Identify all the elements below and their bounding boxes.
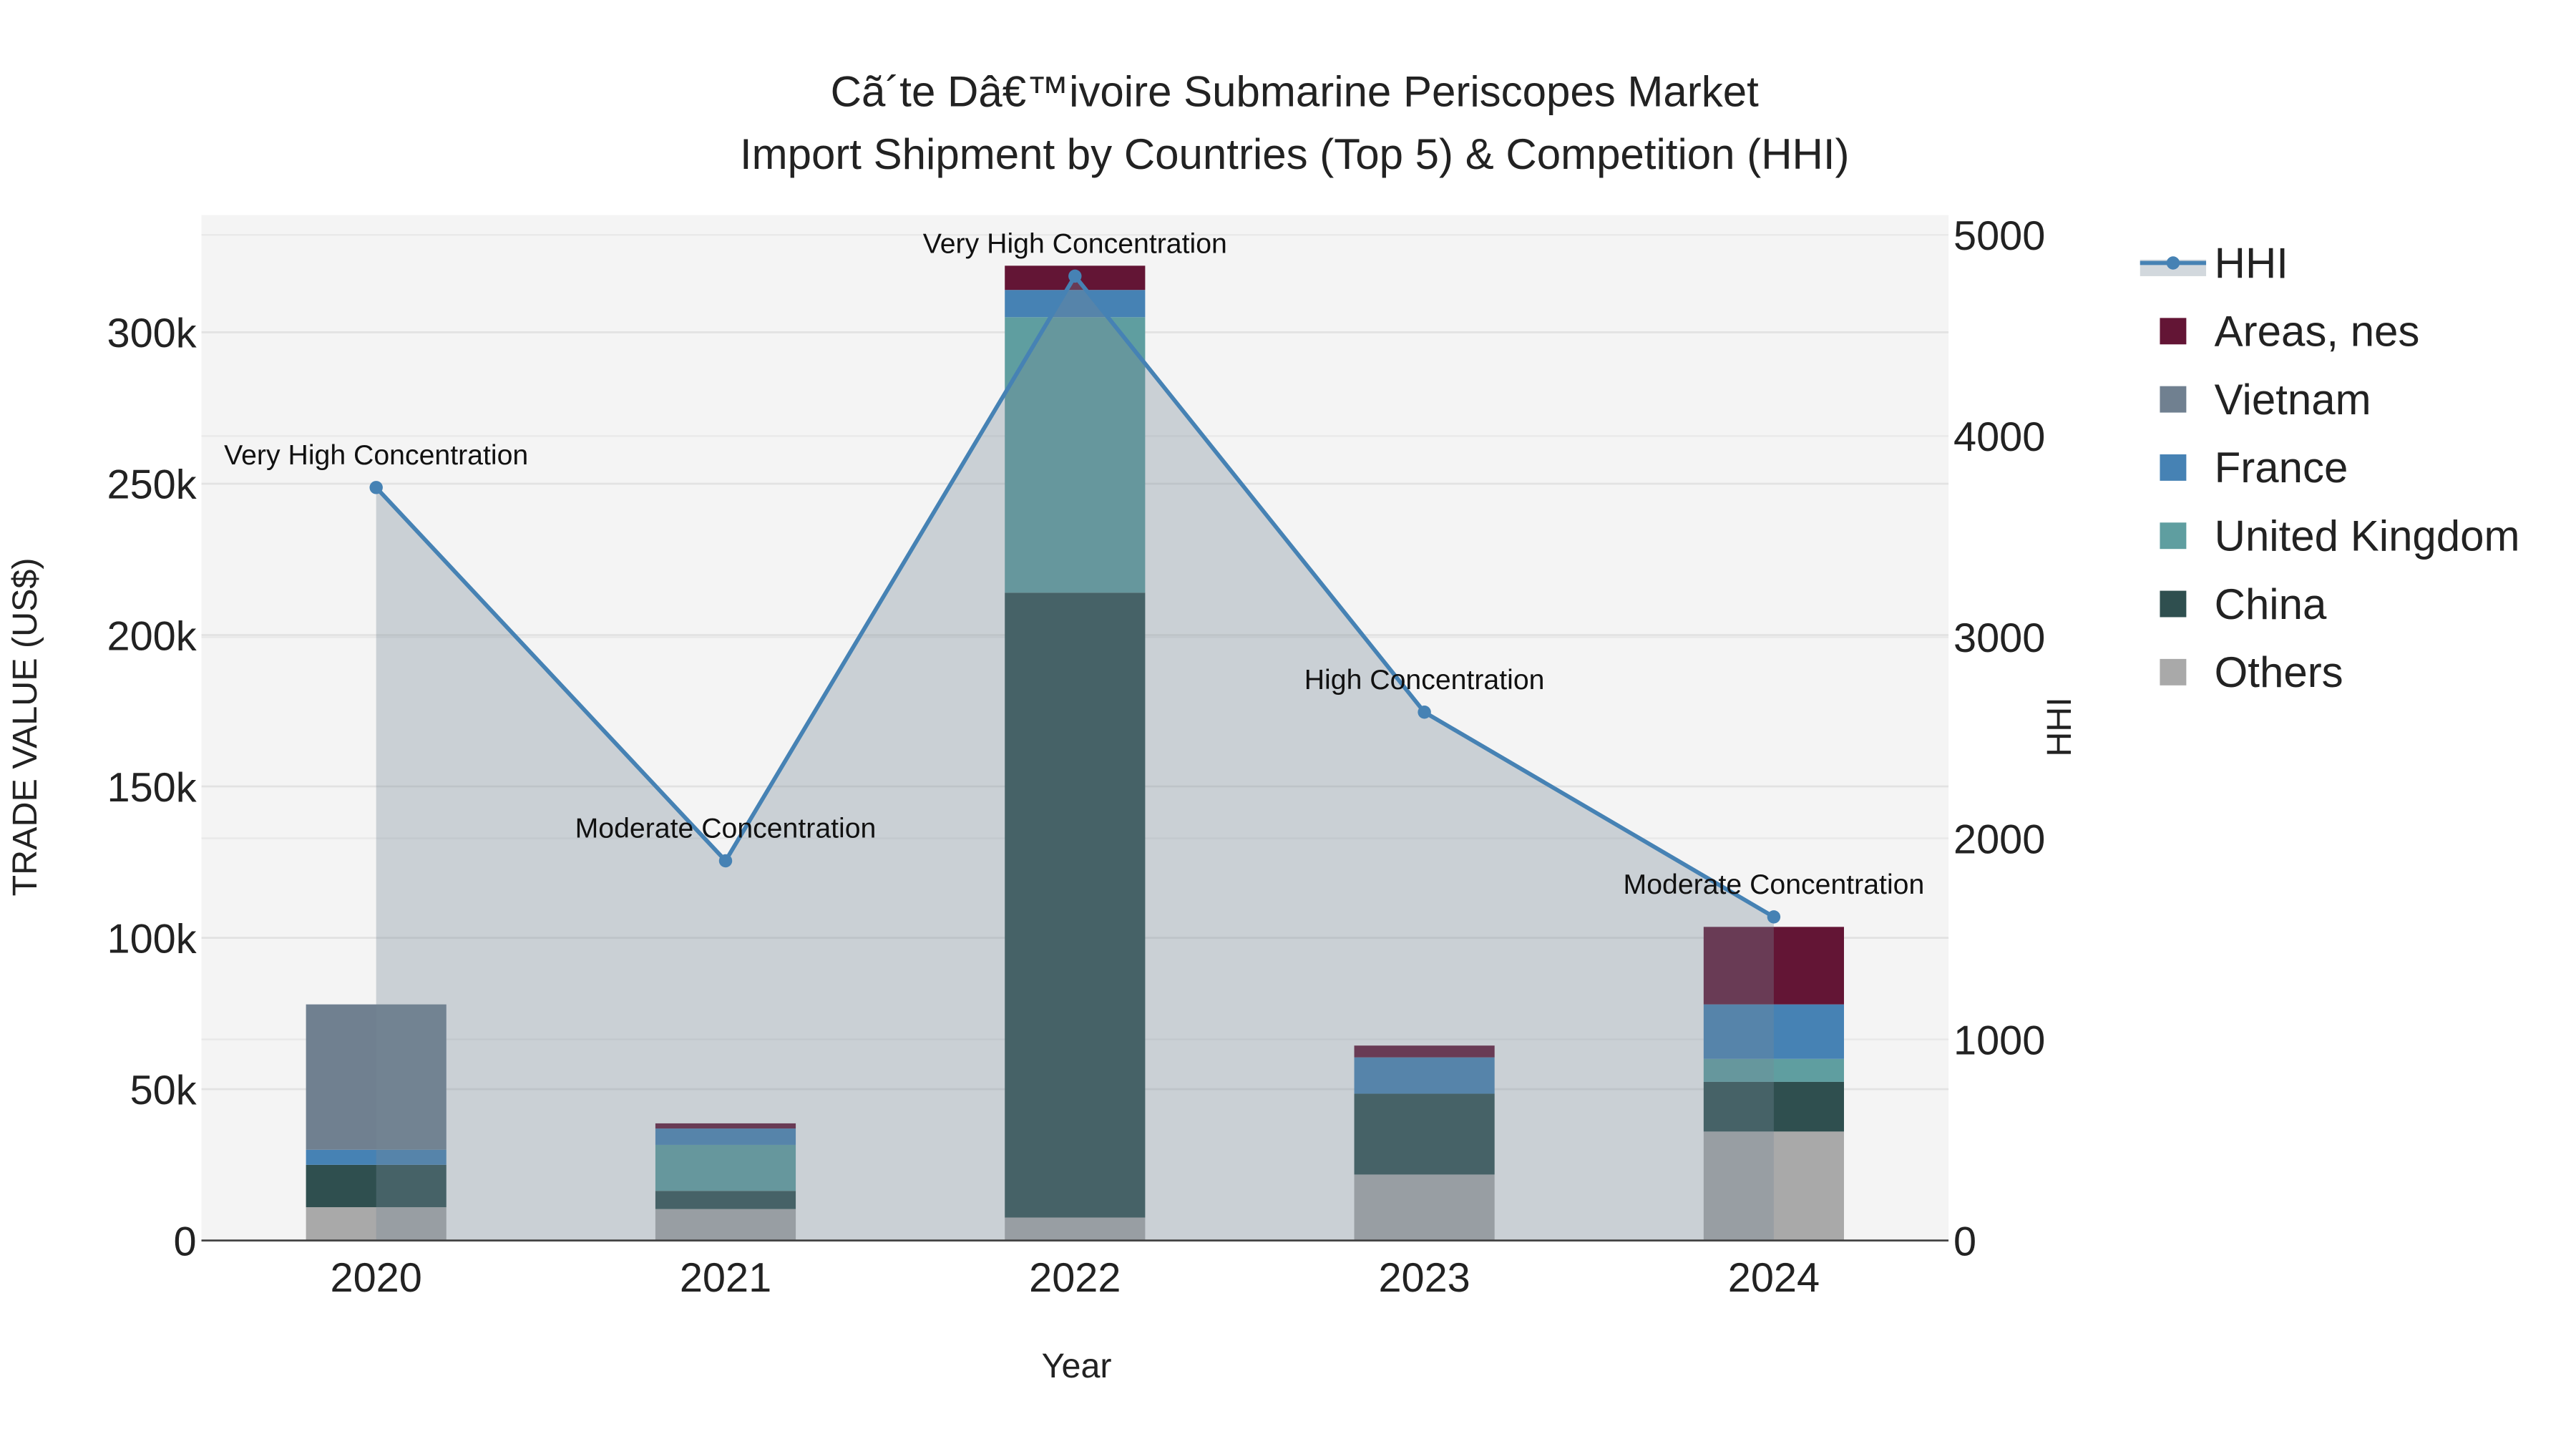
legend-label: Vietnam bbox=[2215, 376, 2371, 424]
y-tick-label: 0 bbox=[174, 1219, 197, 1264]
hhi-point bbox=[1767, 910, 1781, 924]
x-tick-label: 2024 bbox=[1728, 1255, 1820, 1301]
y2-tick-label: 1000 bbox=[1953, 1018, 2045, 1063]
hhi-annotation: Very High Concentration bbox=[923, 228, 1227, 260]
y-tick-label: 200k bbox=[107, 613, 197, 659]
hhi-annotation: High Concentration bbox=[1304, 664, 1545, 696]
y-tick-label: 150k bbox=[107, 765, 197, 811]
legend-swatch bbox=[2160, 454, 2187, 481]
y-tick-label: 300k bbox=[107, 311, 197, 356]
hhi-point bbox=[718, 854, 733, 868]
legend-swatch bbox=[2160, 522, 2187, 550]
y2-tick-label: 2000 bbox=[1953, 816, 2045, 862]
hhi-point bbox=[369, 481, 383, 494]
legend-label: Areas, nes bbox=[2215, 308, 2420, 356]
legend-swatch bbox=[2160, 590, 2187, 618]
y2-tick-label: 0 bbox=[1953, 1219, 1976, 1264]
hhi-point bbox=[1418, 706, 1431, 719]
legend-swatch bbox=[2160, 386, 2187, 413]
legend-label: Others bbox=[2215, 648, 2343, 696]
x-tick-label: 2020 bbox=[331, 1255, 422, 1301]
legend-label: United Kingdom bbox=[2215, 512, 2520, 560]
hhi-annotation: Moderate Concentration bbox=[1624, 869, 1925, 900]
hhi-point bbox=[1068, 269, 1082, 283]
y2-tick-label: 4000 bbox=[1953, 414, 2045, 460]
legend-swatch bbox=[2160, 318, 2187, 345]
chart-title: Cã´te Dâ€™ivoire Submarine Periscopes Ma… bbox=[831, 67, 1760, 115]
x-axis-title: Year bbox=[1042, 1347, 1112, 1385]
x-tick-label: 2021 bbox=[680, 1255, 771, 1301]
x-tick-label: 2023 bbox=[1378, 1255, 1470, 1301]
y-axis-title: TRADE VALUE (US$) bbox=[6, 557, 44, 896]
legend-label: China bbox=[2215, 580, 2327, 628]
y2-tick-label: 3000 bbox=[1953, 615, 2045, 661]
chart-subtitle: Import Shipment by Countries (Top 5) & C… bbox=[740, 130, 1850, 178]
legend-label: France bbox=[2215, 444, 2348, 492]
chart: Very High Concentration Moderate Concentr… bbox=[0, 0, 2576, 1449]
legend-swatch bbox=[2160, 658, 2187, 686]
hhi-annotation: Very High Concentration bbox=[224, 439, 528, 471]
hhi-annotation: Moderate Concentration bbox=[575, 813, 877, 844]
legend-label-hhi: HHI bbox=[2215, 239, 2288, 287]
y-tick-label: 250k bbox=[107, 462, 197, 508]
y2-axis-title: HHI bbox=[2040, 697, 2079, 756]
y-tick-label: 100k bbox=[107, 916, 197, 962]
y-tick-label: 50k bbox=[130, 1068, 197, 1113]
legend-swatch-hhi-marker bbox=[2166, 256, 2180, 270]
y2-tick-label: 5000 bbox=[1953, 213, 2045, 259]
x-tick-label: 2022 bbox=[1029, 1255, 1121, 1301]
